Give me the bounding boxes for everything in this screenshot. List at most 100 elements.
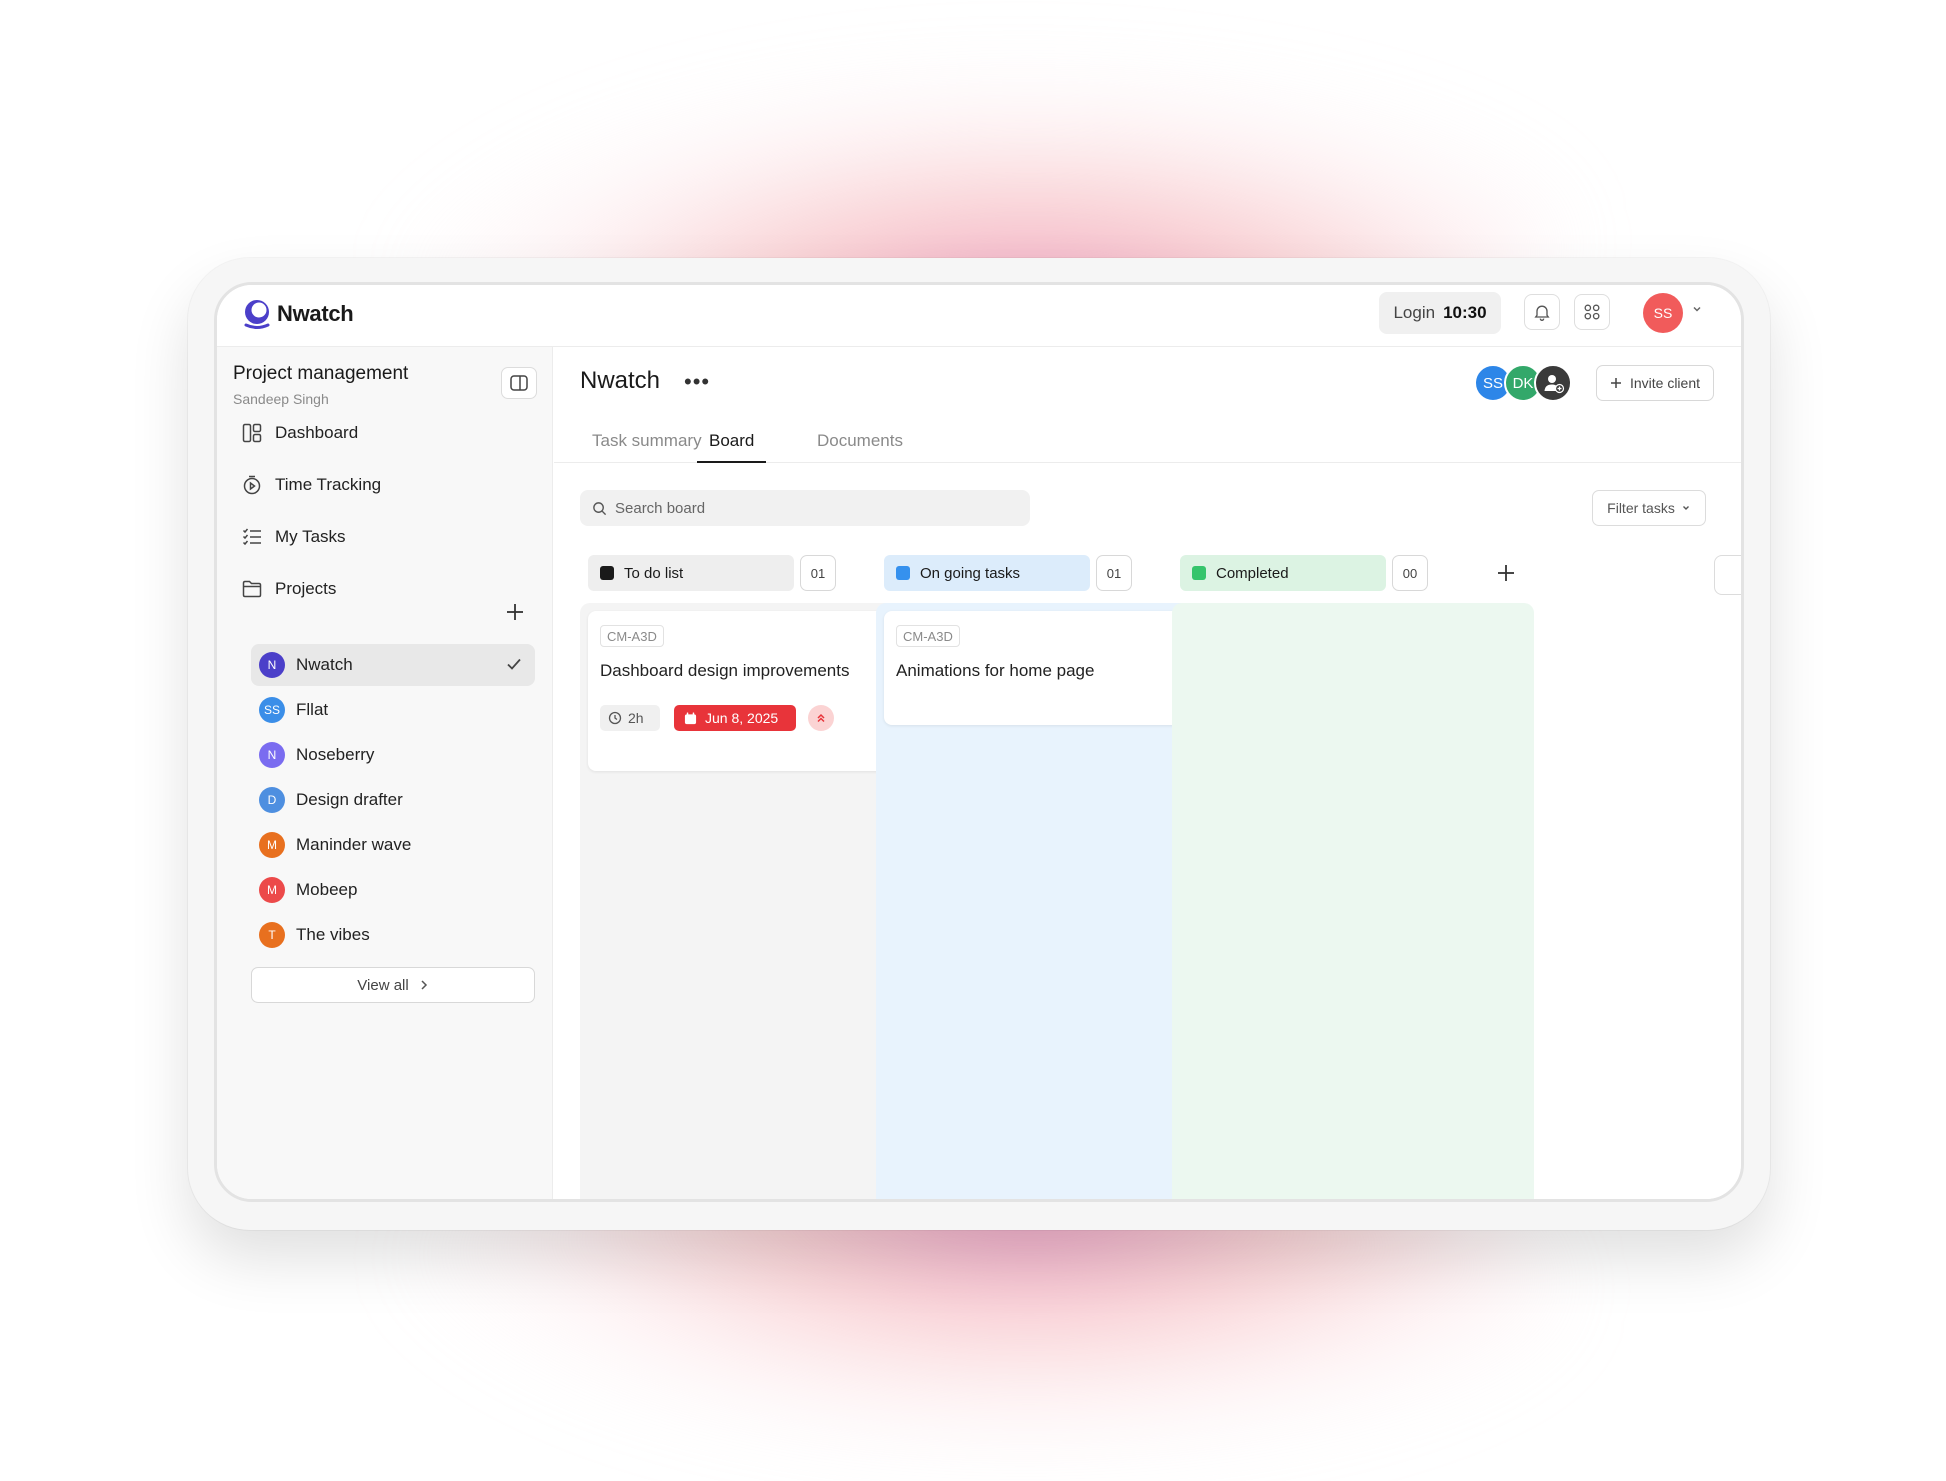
column-header-todo[interactable]: To do list	[588, 555, 794, 591]
project-avatar: N	[259, 742, 285, 768]
due-date: Jun 8, 2025	[705, 710, 779, 726]
chevron-right-icon	[421, 980, 427, 990]
nav-time-tracking-label: Time Tracking	[275, 475, 382, 494]
tab-board[interactable]: Board	[697, 431, 767, 463]
project-item-mobeep[interactable]: M Mobeep	[251, 869, 535, 911]
page-title: Nwatch	[580, 367, 661, 394]
nav-projects[interactable]: Projects	[241, 571, 336, 607]
view-all-label: View all	[357, 976, 409, 994]
sidebar-subtitle: Sandeep Singh	[233, 391, 329, 407]
calendar-icon	[684, 711, 697, 724]
apps-grid-icon	[1584, 304, 1600, 320]
priority-high-icon	[817, 713, 825, 723]
status-square	[600, 566, 614, 580]
panel-toggle-icon	[510, 375, 528, 391]
project-name: Mobeep	[296, 880, 358, 899]
status-square	[1192, 566, 1206, 580]
due-date-chip[interactable]: Jun 8, 2025	[674, 705, 796, 731]
project-name: Nwatch	[296, 655, 353, 674]
logo-text: Nwatch	[277, 301, 354, 326]
top-bar: Nwatch Login 10:30 SS	[217, 285, 1741, 347]
member-avatars: SS DK	[1474, 364, 1584, 404]
nav-dashboard[interactable]: Dashboard	[241, 415, 358, 451]
dashboard-icon	[241, 422, 263, 444]
time-estimate-chip: 2h	[600, 705, 660, 731]
sidebar-toggle-button[interactable]	[501, 367, 537, 399]
add-user-icon	[1544, 375, 1565, 394]
task-title: Animations for home page	[896, 661, 1095, 680]
search-input[interactable]: Search board	[580, 490, 1030, 526]
chevron-down-icon[interactable]	[1691, 303, 1703, 315]
user-avatar[interactable]: SS	[1643, 293, 1683, 333]
check-icon	[507, 658, 521, 670]
project-item-design-drafter[interactable]: D Design drafter	[251, 779, 535, 821]
tab-documents[interactable]: Documents	[817, 431, 903, 463]
column-body-completed	[1172, 603, 1534, 1199]
project-avatar: N	[259, 652, 285, 678]
main-content: Nwatch ••• SS DK Invite client Task summ…	[554, 347, 1741, 1199]
invite-client-button[interactable]: Invite client	[1596, 365, 1714, 401]
project-avatar: M	[259, 877, 285, 903]
login-time: 10:30	[1443, 303, 1487, 322]
project-avatar: SS	[259, 697, 285, 723]
column-count: 01	[800, 555, 836, 591]
project-item-noseberry[interactable]: N Noseberry	[251, 734, 535, 776]
task-code: CM-A3D	[896, 625, 960, 647]
logo[interactable]: Nwatch	[243, 297, 354, 331]
time-estimate: 2h	[628, 710, 644, 726]
project-avatar: M	[259, 832, 285, 858]
clock-icon	[608, 711, 622, 725]
column-header-ongoing[interactable]: On going tasks	[884, 555, 1090, 591]
task-title: Dashboard design improvements	[600, 661, 850, 680]
sidebar-title: Project management	[233, 363, 409, 384]
folder-icon	[241, 578, 263, 600]
login-time-pill[interactable]: Login 10:30	[1379, 292, 1501, 334]
project-name: Maninder wave	[296, 835, 412, 854]
invite-client-label: Invite client	[1629, 375, 1701, 391]
project-name: Fllat	[296, 700, 329, 719]
filter-tasks-button[interactable]: Filter tasks	[1592, 490, 1706, 526]
column-title: On going tasks	[920, 564, 1021, 582]
app-window: Nwatch Login 10:30 SS Project management…	[214, 282, 1744, 1202]
project-name: The vibes	[296, 925, 370, 944]
add-project-icon[interactable]	[505, 602, 525, 622]
add-task-icon[interactable]	[1496, 563, 1516, 583]
nav-time-tracking[interactable]: Time Tracking	[241, 467, 381, 503]
search-placeholder: Search board	[615, 499, 706, 517]
column-count: 00	[1392, 555, 1428, 591]
tab-bar: Task summary Board Documents	[554, 423, 1741, 463]
more-options-icon[interactable]: •••	[684, 369, 710, 395]
column-count: 01	[1096, 555, 1132, 591]
filter-tasks-label: Filter tasks	[1607, 500, 1675, 516]
view-all-button[interactable]: View all	[251, 967, 535, 1003]
project-item-fllat[interactable]: SS Fllat	[251, 689, 535, 731]
project-item-nwatch[interactable]: N Nwatch	[251, 644, 535, 686]
column-header-completed[interactable]: Completed	[1180, 555, 1386, 591]
plus-icon	[1610, 378, 1621, 388]
priority-badge[interactable]	[808, 705, 834, 731]
task-code: CM-A3D	[600, 625, 664, 647]
project-name: Design drafter	[296, 790, 403, 809]
tab-task-summary[interactable]: Task summary	[592, 431, 702, 463]
logo-icon	[244, 300, 270, 329]
timer-icon	[241, 474, 263, 496]
nav-projects-label: Projects	[275, 579, 337, 598]
column-title: To do list	[624, 564, 684, 582]
search-icon	[593, 501, 607, 515]
login-label: Login	[1393, 303, 1436, 322]
project-avatar: T	[259, 922, 285, 948]
add-member-button[interactable]	[1534, 364, 1572, 402]
project-item-the-vibes[interactable]: T The vibes	[251, 914, 535, 956]
bell-icon	[1534, 305, 1550, 321]
nav-my-tasks-label: My Tasks	[275, 527, 346, 546]
project-item-maninder-wave[interactable]: M Maninder wave	[251, 824, 535, 866]
column-title: Completed	[1216, 564, 1289, 582]
apps-button[interactable]	[1574, 294, 1610, 330]
sidebar: Project management Sandeep Singh Dashboa…	[217, 347, 553, 1199]
nav-dashboard-label: Dashboard	[275, 423, 359, 442]
add-column-button[interactable]	[1714, 555, 1741, 595]
project-avatar: D	[259, 787, 285, 813]
notifications-button[interactable]	[1524, 294, 1560, 330]
nav-my-tasks[interactable]: My Tasks	[241, 519, 346, 555]
chevron-down-icon	[1682, 506, 1689, 510]
